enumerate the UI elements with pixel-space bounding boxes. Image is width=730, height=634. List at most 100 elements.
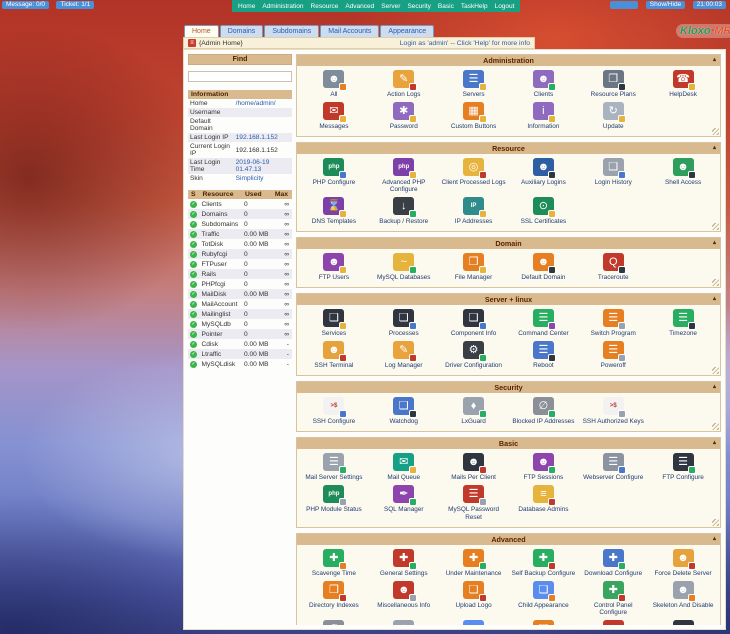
blocked-logins-item[interactable]: ∅Blocked Logins	[299, 620, 369, 625]
sendmail-to-bans-item[interactable]: ✉Sendmail to bans	[648, 620, 718, 625]
upload-logo-item[interactable]: ❏Upload Logo	[439, 581, 509, 616]
menu-item-resource[interactable]: Resource	[311, 3, 339, 10]
update-item[interactable]: ↻Update	[578, 102, 648, 130]
skeleton-and-disable-item[interactable]: ☻Skeleton And Disable	[648, 581, 718, 616]
status-badge[interactable]	[610, 1, 638, 9]
ssh-terminal-item[interactable]: ☻SSH Terminal	[299, 341, 369, 369]
resize-handle[interactable]	[712, 279, 719, 286]
mysql-password-reset-item[interactable]: ☰MySQL Password Reset	[439, 485, 509, 520]
custom-buttons-item[interactable]: ▦Custom Buttons	[439, 102, 509, 130]
menu-item-home[interactable]: Home	[238, 3, 255, 10]
general-settings-item[interactable]: ✚General Settings	[369, 549, 439, 577]
resize-handle[interactable]	[712, 223, 719, 230]
menu-item-basic[interactable]: Basic	[438, 3, 454, 10]
notification-item[interactable]: ◉Notification	[369, 620, 439, 625]
resource-name[interactable]: Pointer	[200, 329, 243, 339]
resize-handle[interactable]	[712, 128, 719, 135]
php-configure-item[interactable]: phpPHP Configure	[299, 158, 369, 193]
menu-item-administration[interactable]: Administration	[262, 3, 303, 10]
under-maintenance-item[interactable]: ✚Under Maintenance	[439, 549, 509, 577]
resize-handle[interactable]	[712, 423, 719, 430]
backup-restore-item[interactable]: ↓Backup / Restore	[369, 197, 439, 225]
tab-subdomains[interactable]: Subdomains	[264, 25, 319, 37]
secondary-slave-dns-configures-item[interactable]: ⊙Secondary/Slave DNS Configures	[578, 620, 648, 625]
blocked-ip-addresses-item[interactable]: ∅Blocked IP Addresses	[509, 397, 579, 425]
auxiliary-logins-item[interactable]: ☻Auxiliary Logins	[509, 158, 579, 193]
collapse-icon[interactable]: ▴	[713, 144, 716, 151]
mail-server-settings-item[interactable]: ☰Mail Server Settings	[299, 453, 369, 481]
resource-name[interactable]: Ltraffic	[200, 349, 243, 359]
shell-access-item[interactable]: ☻Shell Access	[648, 158, 718, 193]
messages-badge[interactable]: Message: 0/0	[2, 1, 49, 9]
resource-name[interactable]: TotDisk	[200, 239, 243, 249]
password-item[interactable]: ✱Password	[369, 102, 439, 130]
information-item[interactable]: iInformation	[509, 102, 579, 130]
collapse-icon[interactable]: ▴	[713, 439, 716, 446]
mysql-databases-item[interactable]: ~MySQL Databases	[369, 253, 439, 281]
info-value[interactable]: 192.168.1.152	[234, 133, 292, 142]
login-options-item[interactable]: ❏Login Options	[509, 620, 579, 625]
ssh-configure-item[interactable]: >$SSH Configure	[299, 397, 369, 425]
tab-domains[interactable]: Domains	[220, 25, 264, 37]
ip-addresses-item[interactable]: IPIP Addresses	[439, 197, 509, 225]
ssl-certificates-item[interactable]: ⊙SSL Certificates	[509, 197, 579, 225]
dns-templates-item[interactable]: ⌛DNS Templates	[299, 197, 369, 225]
resource-name[interactable]: PHPfcgi	[200, 279, 243, 289]
find-input[interactable]	[188, 71, 292, 82]
tab-appearance[interactable]: Appearance	[380, 25, 434, 37]
lxguard-item[interactable]: ♦LxGuard	[439, 397, 509, 425]
webserver-configure-item[interactable]: ☰Webserver Configure	[578, 453, 648, 481]
command-center-item[interactable]: ☰Command Center	[509, 309, 579, 337]
resource-name[interactable]: Rails	[200, 269, 243, 279]
directory-indexes-item[interactable]: ❒Directory Indexes	[299, 581, 369, 616]
resource-name[interactable]: MailDisk	[200, 289, 243, 299]
component-info-item[interactable]: ❑Component Info	[439, 309, 509, 337]
resource-name[interactable]: Domains	[200, 209, 243, 219]
tickets-badge[interactable]: Ticket: 1/1	[56, 1, 94, 9]
login-history-item[interactable]: ❑Login History	[578, 158, 648, 193]
action-logs-item[interactable]: ✎Action Logs	[369, 70, 439, 98]
collapse-icon[interactable]: ▴	[713, 535, 716, 542]
mail-queue-item[interactable]: ✉Mail Queue	[369, 453, 439, 481]
collapse-icon[interactable]: ▴	[713, 56, 716, 63]
advanced-php-configure-item[interactable]: phpAdvanced PHP Configure	[369, 158, 439, 193]
helpdesk-item[interactable]: ☎HelpDesk	[648, 70, 718, 98]
ftp-users-item[interactable]: ☻FTP Users	[299, 253, 369, 281]
menu-item-task[interactable]: Task	[461, 3, 474, 10]
services-item[interactable]: ❑Services	[299, 309, 369, 337]
resource-name[interactable]: Clients	[200, 199, 243, 209]
info-value[interactable]: 2019-06-19 01.47.13	[234, 158, 292, 174]
ftp-sessions-item[interactable]: ☻FTP Sessions	[509, 453, 579, 481]
default-domain-item[interactable]: ☻Default Domain	[509, 253, 579, 281]
ssh-authorized-keys-item[interactable]: >$SSH Authorized Keys	[578, 397, 648, 425]
resource-name[interactable]: MySQLdb	[200, 319, 243, 329]
menu-item-server[interactable]: Server	[381, 3, 400, 10]
resize-handle[interactable]	[712, 367, 719, 374]
force-delete-server-item[interactable]: ☻Force Delete Server	[648, 549, 718, 577]
watchdog-item[interactable]: ❑Watchdog	[369, 397, 439, 425]
clients-item[interactable]: ☻Clients	[509, 70, 579, 98]
client-processed-logs-item[interactable]: ◎Client Processed Logs	[439, 158, 509, 193]
driver-configuration-item[interactable]: ⚙Driver Configuration	[439, 341, 509, 369]
info-value[interactable]: Simplicity	[234, 174, 292, 183]
menu-item-logout[interactable]: Logout	[495, 3, 515, 10]
resource-name[interactable]: MailAccount	[200, 299, 243, 309]
resource-name[interactable]: Traffic	[200, 229, 243, 239]
file-manager-item[interactable]: ❒File Manager	[439, 253, 509, 281]
switch-program-item[interactable]: ☰Switch Program	[578, 309, 648, 337]
resize-handle[interactable]	[712, 519, 719, 526]
collapse-icon[interactable]: ▴	[713, 295, 716, 302]
php-module-status-item[interactable]: phpPHP Module Status	[299, 485, 369, 520]
miscellaneous-info-item[interactable]: ☻Miscellaneous Info	[369, 581, 439, 616]
messages-item[interactable]: ✉Messages	[299, 102, 369, 130]
tab-mail-accounts[interactable]: Mail Accounts	[320, 25, 379, 37]
info-value[interactable]: /home/admin/	[234, 99, 292, 108]
resource-plans-item[interactable]: ❐Resource Plans	[578, 70, 648, 98]
mails-per-client-item[interactable]: ☻Mails Per Client	[439, 453, 509, 481]
scavenge-time-item[interactable]: ✚Scavenge Time	[299, 549, 369, 577]
tab-home[interactable]: Home	[184, 25, 219, 37]
traceroute-item[interactable]: QTraceroute	[578, 253, 648, 281]
child-appearance-item[interactable]: ❏Child Appearance	[509, 581, 579, 616]
log-manager-item[interactable]: ✎Log Manager	[369, 341, 439, 369]
home-icon[interactable]: ≡	[188, 39, 196, 47]
